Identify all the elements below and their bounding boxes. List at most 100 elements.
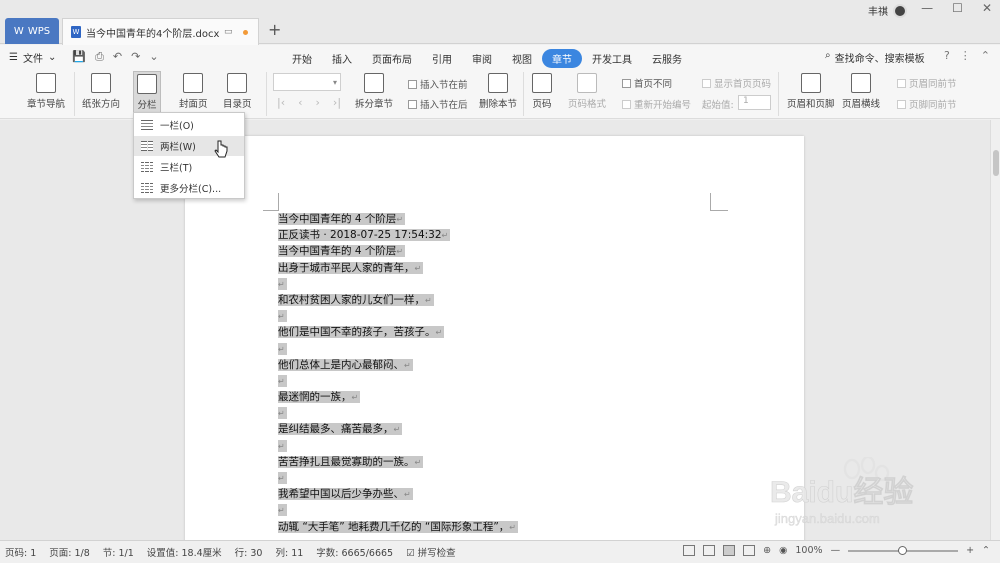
document-line[interactable]: ↵ (278, 502, 518, 518)
zoom-in-icon[interactable]: + (966, 545, 974, 556)
document-line[interactable]: ↵ (278, 341, 518, 357)
three-columns-option[interactable]: 三栏(T) (134, 157, 244, 177)
paragraph-mark-icon: ↵ (404, 490, 411, 500)
scrollbar-thumb[interactable] (993, 150, 999, 176)
insert-before-button[interactable]: 插入节在前 (408, 77, 468, 91)
chapter-nav-button[interactable]: 章节导航 (27, 73, 65, 110)
zoom-out-icon[interactable]: — (831, 545, 841, 556)
tab-cloud[interactable]: 云服务 (642, 49, 692, 68)
document-line[interactable]: 动辄 “大手笔” 地耗费几千亿的 “国际形象工程”，↵ (278, 519, 518, 535)
columns-button[interactable]: 分栏 (133, 71, 161, 114)
print-icon[interactable]: ⎙ (95, 50, 104, 64)
tab-references[interactable]: 引用 (422, 49, 462, 68)
split-chapter-button[interactable]: 拆分章节 (355, 73, 393, 110)
prev-section-icon[interactable]: ‹ (298, 96, 302, 109)
tab-developer[interactable]: 开发工具 (582, 49, 642, 68)
wps-home-tab[interactable]: W WPS (5, 18, 59, 44)
chevron-up-icon[interactable]: ⌃ (981, 49, 990, 62)
tab-chapter[interactable]: 章节 (542, 49, 582, 68)
new-tab-button[interactable]: + (268, 20, 281, 39)
help-icon[interactable]: ? (944, 49, 950, 62)
document-line[interactable]: 和农村贫困人家的儿女们一样，↵ (278, 292, 518, 308)
monitor-icon[interactable]: ▭ (224, 27, 233, 37)
document-line[interactable]: 他们是中国不幸的孩子，苦孩子。↵ (278, 324, 518, 340)
document-page[interactable]: 当今中国青年的 4 个阶层↵ 正反读书 · 2018-07-25 17:54:32… (185, 136, 804, 546)
zoom-slider-handle[interactable] (898, 545, 908, 555)
chevron-down-icon[interactable]: ⌄ (149, 50, 158, 64)
document-tab[interactable]: W 当今中国青年的4个阶层.docx ▭ (62, 18, 259, 45)
zoom-expand-icon[interactable]: ⌃ (982, 545, 990, 556)
outline-view-icon[interactable] (743, 545, 756, 556)
toc-button[interactable]: 目录页 (223, 73, 252, 110)
document-line[interactable]: 我希望中国以后少争办些、↵ (278, 486, 518, 502)
zoom-level[interactable]: 100% (795, 545, 822, 556)
document-line[interactable]: 最迷惘的一族，↵ (278, 389, 518, 405)
delete-section-button[interactable]: 删除本节 (479, 73, 517, 110)
page-view-icon[interactable] (723, 545, 736, 556)
document-line[interactable]: ↵ (278, 308, 518, 324)
document-line[interactable]: 是纠结最多、痛苦最多，↵ (278, 421, 518, 437)
document-line[interactable]: 当今中国青年的 4 个阶层↵ (278, 243, 518, 259)
selected-text: ↵ (278, 277, 287, 290)
paragraph-mark-icon: ↵ (396, 247, 404, 257)
header-footer-button[interactable]: 页眉和页脚 (787, 73, 835, 110)
document-line[interactable]: 他们总体上是内心最郁闷、↵ (278, 357, 518, 373)
eye-care-icon[interactable]: ◉ (779, 545, 787, 556)
tab-insert[interactable]: 插入 (322, 49, 362, 68)
next-section-icon[interactable]: › (316, 96, 320, 109)
document-line[interactable]: ↵ (278, 470, 518, 486)
one-column-option[interactable]: 一栏(O) (134, 115, 244, 135)
insert-after-label: 插入节在后 (420, 100, 468, 111)
maximize-icon[interactable]: ☐ (952, 1, 963, 15)
page-number-format-button[interactable]: 页码格式 (568, 73, 606, 110)
start-value-input[interactable]: 1 (738, 95, 771, 110)
zoom-slider[interactable] (848, 545, 959, 555)
command-search[interactable]: ⌕ 查找命令、搜索模板 (825, 50, 925, 65)
document-line[interactable]: ↵ (278, 276, 518, 292)
close-icon[interactable]: ✕ (982, 1, 992, 15)
redo-icon[interactable]: ↷ (131, 50, 140, 64)
document-line[interactable]: 正反读书 · 2018-07-25 17:54:32↵ (278, 227, 518, 243)
user-account[interactable]: 丰祺 (868, 3, 907, 18)
paper-direction-button[interactable]: 纸张方向 (82, 73, 120, 110)
tab-page-layout[interactable]: 页面布局 (362, 49, 422, 68)
undo-icon[interactable]: ↶ (113, 50, 122, 64)
header-same-prev-checkbox[interactable]: 页眉同前节 (897, 76, 957, 90)
last-section-icon[interactable]: ›| (333, 96, 341, 109)
section-select[interactable]: ▾ (273, 73, 341, 91)
more-icon[interactable]: ⋮ (960, 49, 971, 62)
document-text[interactable]: 当今中国青年的 4 个阶层↵ 正反读书 · 2018-07-25 17:54:32… (278, 211, 518, 535)
more-columns-option[interactable]: 更多分栏(C)... (134, 178, 244, 198)
show-first-page-number-checkbox[interactable]: 显示首页页码 (702, 76, 771, 90)
document-line[interactable]: ↵ (278, 373, 518, 389)
first-section-icon[interactable]: |‹ (277, 96, 285, 109)
line-text: 我希望中国以后少争办些、 (278, 488, 404, 501)
cover-page-button[interactable]: 封面页 (179, 73, 208, 110)
web-view-icon[interactable]: ⊕ (763, 545, 771, 556)
file-menu[interactable]: ☰ 文件 ⌄ (9, 50, 56, 65)
restart-numbering-checkbox[interactable]: 重新开始编号 (622, 97, 691, 111)
paragraph-mark-icon: ↵ (278, 279, 285, 289)
minimize-icon[interactable]: — (921, 1, 933, 15)
document-line[interactable]: ↵ (278, 405, 518, 421)
status-word-count[interactable]: 字数: 6665/6665 (316, 545, 393, 559)
tab-home[interactable]: 开始 (282, 49, 322, 68)
status-pages[interactable]: 页面: 1/8 (49, 545, 90, 559)
page-number-button[interactable]: 页码 (532, 73, 552, 110)
document-line[interactable]: 当今中国青年的 4 个阶层↵ (278, 211, 518, 227)
tab-review[interactable]: 审阅 (462, 49, 502, 68)
fullscreen-icon[interactable] (683, 545, 696, 556)
tab-view[interactable]: 视图 (502, 49, 542, 68)
vertical-scrollbar[interactable] (990, 120, 1000, 540)
first-page-diff-checkbox[interactable]: 首页不同 (622, 76, 672, 90)
save-icon[interactable]: 💾 (72, 50, 86, 64)
insert-after-button[interactable]: 插入节在后 (408, 97, 468, 111)
footer-same-prev-checkbox[interactable]: 页脚同前节 (897, 97, 957, 111)
document-line[interactable]: ↵ (278, 438, 518, 454)
reading-view-icon[interactable] (703, 545, 716, 556)
spell-check-button[interactable]: ☑ 拼写检查 (406, 545, 456, 559)
insert-section-icon (408, 99, 417, 109)
document-line[interactable]: 苦苦挣扎且最觉寡助的一族。↵ (278, 454, 518, 470)
header-line-button[interactable]: 页眉横线 (842, 73, 880, 110)
document-line[interactable]: 出身于城市平民人家的青年，↵ (278, 260, 518, 276)
